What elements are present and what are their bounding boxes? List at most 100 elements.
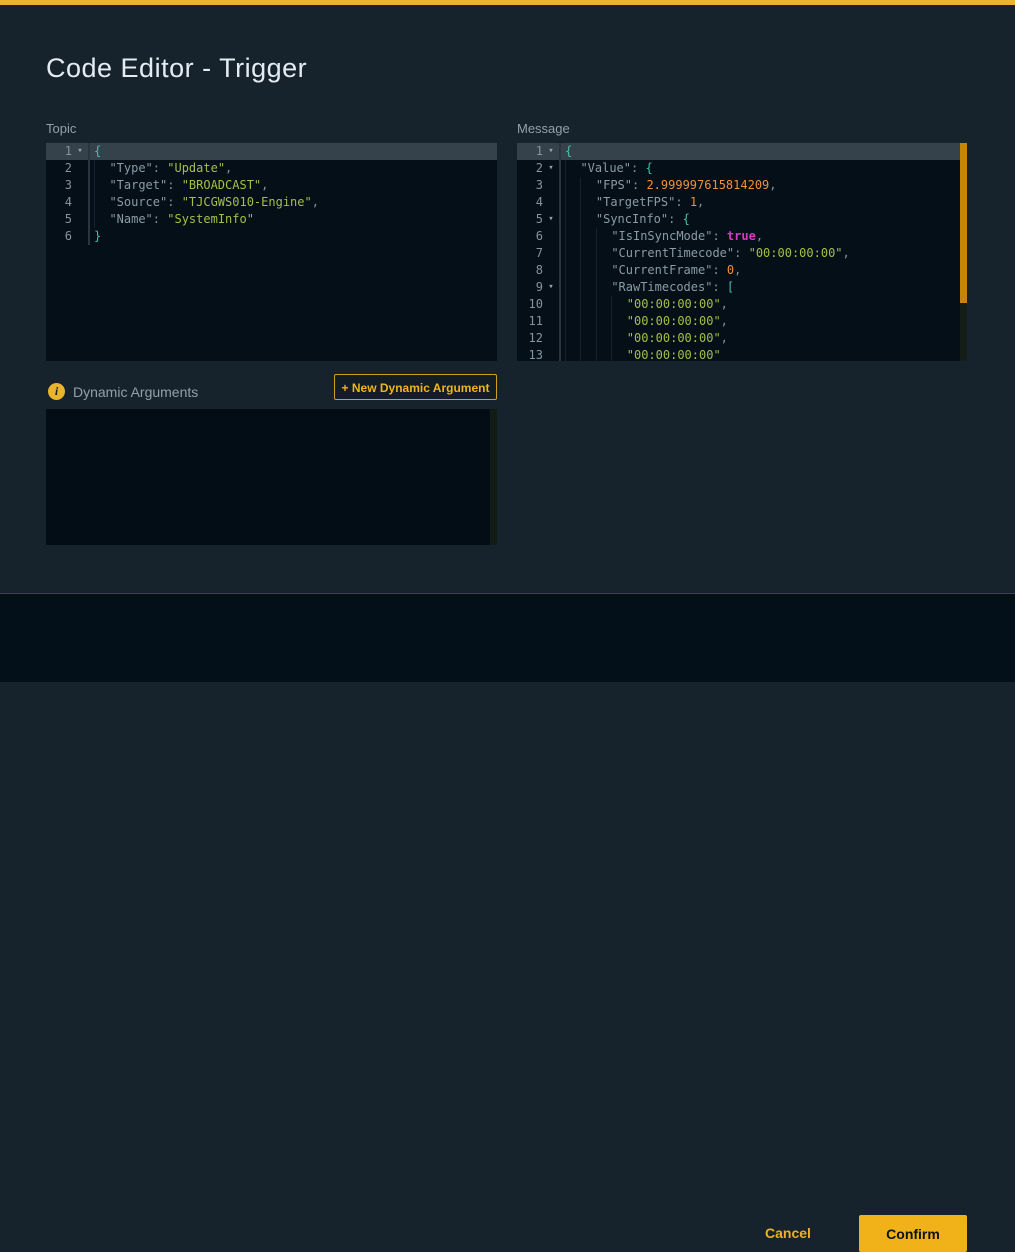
confirm-button[interactable]: Confirm bbox=[859, 1215, 967, 1252]
line-number: 7 bbox=[517, 245, 543, 262]
indent-guide bbox=[580, 279, 595, 296]
indent-guide bbox=[580, 194, 595, 211]
token-brace: { bbox=[683, 211, 690, 228]
code-line[interactable]: 2"Type": "Update", bbox=[46, 160, 497, 177]
token-punct: , bbox=[697, 194, 704, 211]
token-str: "00:00:00:00" bbox=[627, 313, 721, 330]
token-str: "00:00:00:00" bbox=[627, 296, 721, 313]
line-number: 6 bbox=[517, 228, 543, 245]
code-line[interactable]: 3"FPS": 2.999997615814209, bbox=[517, 177, 967, 194]
code-text: { bbox=[561, 143, 572, 160]
line-number: 11 bbox=[517, 313, 543, 330]
indent-guide bbox=[596, 313, 611, 330]
code-text: "IsInSyncMode": true, bbox=[561, 228, 763, 245]
code-line[interactable]: 1▾{ bbox=[517, 143, 960, 160]
code-line[interactable]: 8"CurrentFrame": 0, bbox=[517, 262, 967, 279]
info-icon: i bbox=[48, 383, 65, 400]
indent-guide bbox=[611, 313, 626, 330]
cancel-button[interactable]: Cancel bbox=[760, 1222, 816, 1244]
fold-arrow-icon[interactable]: ▾ bbox=[543, 211, 559, 228]
indent-guide bbox=[580, 330, 595, 347]
indent-guide bbox=[580, 313, 595, 330]
token-brace: { bbox=[94, 143, 101, 160]
indent-guide bbox=[580, 296, 595, 313]
code-line[interactable]: 4"Source": "TJCGWS010-Engine", bbox=[46, 194, 497, 211]
token-str: "TJCGWS010-Engine" bbox=[182, 194, 312, 211]
code-text: "Source": "TJCGWS010-Engine", bbox=[90, 194, 319, 211]
indent-guide bbox=[580, 211, 595, 228]
message-label: Message bbox=[517, 121, 570, 136]
code-line[interactable]: 6 "IsInSyncMode": true, bbox=[517, 228, 967, 245]
code-line[interactable]: 12"00:00:00:00", bbox=[517, 330, 967, 347]
code-line[interactable]: 13"00:00:00:00" bbox=[517, 347, 967, 361]
token-bool: true bbox=[727, 228, 756, 245]
code-text: "Name": "SystemInfo" bbox=[90, 211, 254, 228]
token-punct: : bbox=[167, 194, 181, 211]
token-punct: , bbox=[734, 262, 741, 279]
indent-guide bbox=[94, 194, 109, 211]
fold-spacer bbox=[72, 194, 88, 211]
code-line[interactable]: 3 "Target": "BROADCAST", bbox=[46, 177, 497, 194]
line-number: 12 bbox=[517, 330, 543, 347]
token-punct: : bbox=[712, 279, 726, 296]
code-text: "FPS": 2.999997615814209, bbox=[561, 177, 777, 194]
line-number: 4 bbox=[517, 194, 543, 211]
token-punct: , bbox=[843, 245, 850, 262]
token-key: "Type" bbox=[109, 160, 152, 177]
dynamic-arguments-scrollbar-track[interactable] bbox=[490, 409, 497, 545]
code-line[interactable]: 1▾{ bbox=[46, 143, 497, 160]
code-line[interactable]: 7"CurrentTimecode": "00:00:00:00", bbox=[517, 245, 967, 262]
token-punct: : bbox=[734, 245, 748, 262]
token-brace: [ bbox=[727, 279, 734, 296]
token-str: "SystemInfo" bbox=[167, 211, 254, 228]
code-text: "RawTimecodes": [ bbox=[561, 279, 734, 296]
token-brace: } bbox=[94, 228, 101, 245]
code-line[interactable]: 5▾"SyncInfo": { bbox=[517, 211, 967, 228]
code-line[interactable]: 5"Name": "SystemInfo" bbox=[46, 211, 497, 228]
line-number: 13 bbox=[517, 347, 543, 361]
message-scrollbar-track[interactable] bbox=[960, 143, 967, 361]
code-line[interactable]: 9▾"RawTimecodes": [ bbox=[517, 279, 967, 296]
code-line[interactable]: 10"00:00:00:00", bbox=[517, 296, 967, 313]
line-number: 3 bbox=[46, 177, 72, 194]
fold-spacer bbox=[543, 194, 559, 211]
fold-arrow-icon[interactable]: ▾ bbox=[543, 279, 559, 296]
message-scrollbar-thumb[interactable] bbox=[960, 143, 967, 303]
token-key: "IsInSyncMode" bbox=[611, 228, 712, 245]
code-line[interactable]: 6} bbox=[46, 228, 497, 245]
indent-guide bbox=[596, 330, 611, 347]
accent-topbar bbox=[0, 0, 1015, 5]
indent-guide bbox=[94, 177, 109, 194]
code-text: "00:00:00:00", bbox=[561, 296, 728, 313]
code-text: "Target": "BROADCAST", bbox=[90, 177, 268, 194]
indent-guide bbox=[580, 177, 595, 194]
fold-arrow-icon[interactable]: ▾ bbox=[72, 143, 88, 160]
indent-guide bbox=[565, 347, 580, 361]
indent-guide bbox=[565, 296, 580, 313]
topic-code-editor[interactable]: 1▾{2"Type": "Update",3"Target": "BROADCA… bbox=[46, 143, 497, 361]
code-text: "00:00:00:00", bbox=[561, 313, 728, 330]
new-dynamic-argument-button[interactable]: + New Dynamic Argument bbox=[334, 374, 497, 400]
dynamic-arguments-panel[interactable] bbox=[46, 409, 497, 545]
dynamic-arguments-label: Dynamic Arguments bbox=[73, 384, 198, 400]
indent-guide bbox=[565, 160, 580, 177]
indent-guide bbox=[565, 279, 580, 296]
fold-spacer bbox=[72, 177, 88, 194]
indent-guide bbox=[565, 228, 580, 245]
line-number: 1 bbox=[517, 143, 543, 160]
code-text: "Value": { bbox=[561, 160, 653, 177]
message-code-editor[interactable]: 1▾{2▾"Value": {3"FPS": 2.999997615814209… bbox=[517, 143, 967, 361]
code-line[interactable]: 11 "00:00:00:00", bbox=[517, 313, 967, 330]
indent-guide bbox=[611, 347, 626, 361]
token-punct: , bbox=[769, 177, 776, 194]
fold-arrow-icon[interactable]: ▾ bbox=[543, 160, 559, 177]
indent-guide bbox=[580, 245, 595, 262]
code-line[interactable]: 2▾"Value": { bbox=[517, 160, 967, 177]
indent-guide bbox=[596, 262, 611, 279]
code-line[interactable]: 4"TargetFPS": 1, bbox=[517, 194, 967, 211]
token-str: "00:00:00:00" bbox=[627, 330, 721, 347]
indent-guide bbox=[580, 228, 595, 245]
fold-spacer bbox=[543, 330, 559, 347]
indent-guide bbox=[565, 330, 580, 347]
fold-arrow-icon[interactable]: ▾ bbox=[543, 143, 559, 160]
